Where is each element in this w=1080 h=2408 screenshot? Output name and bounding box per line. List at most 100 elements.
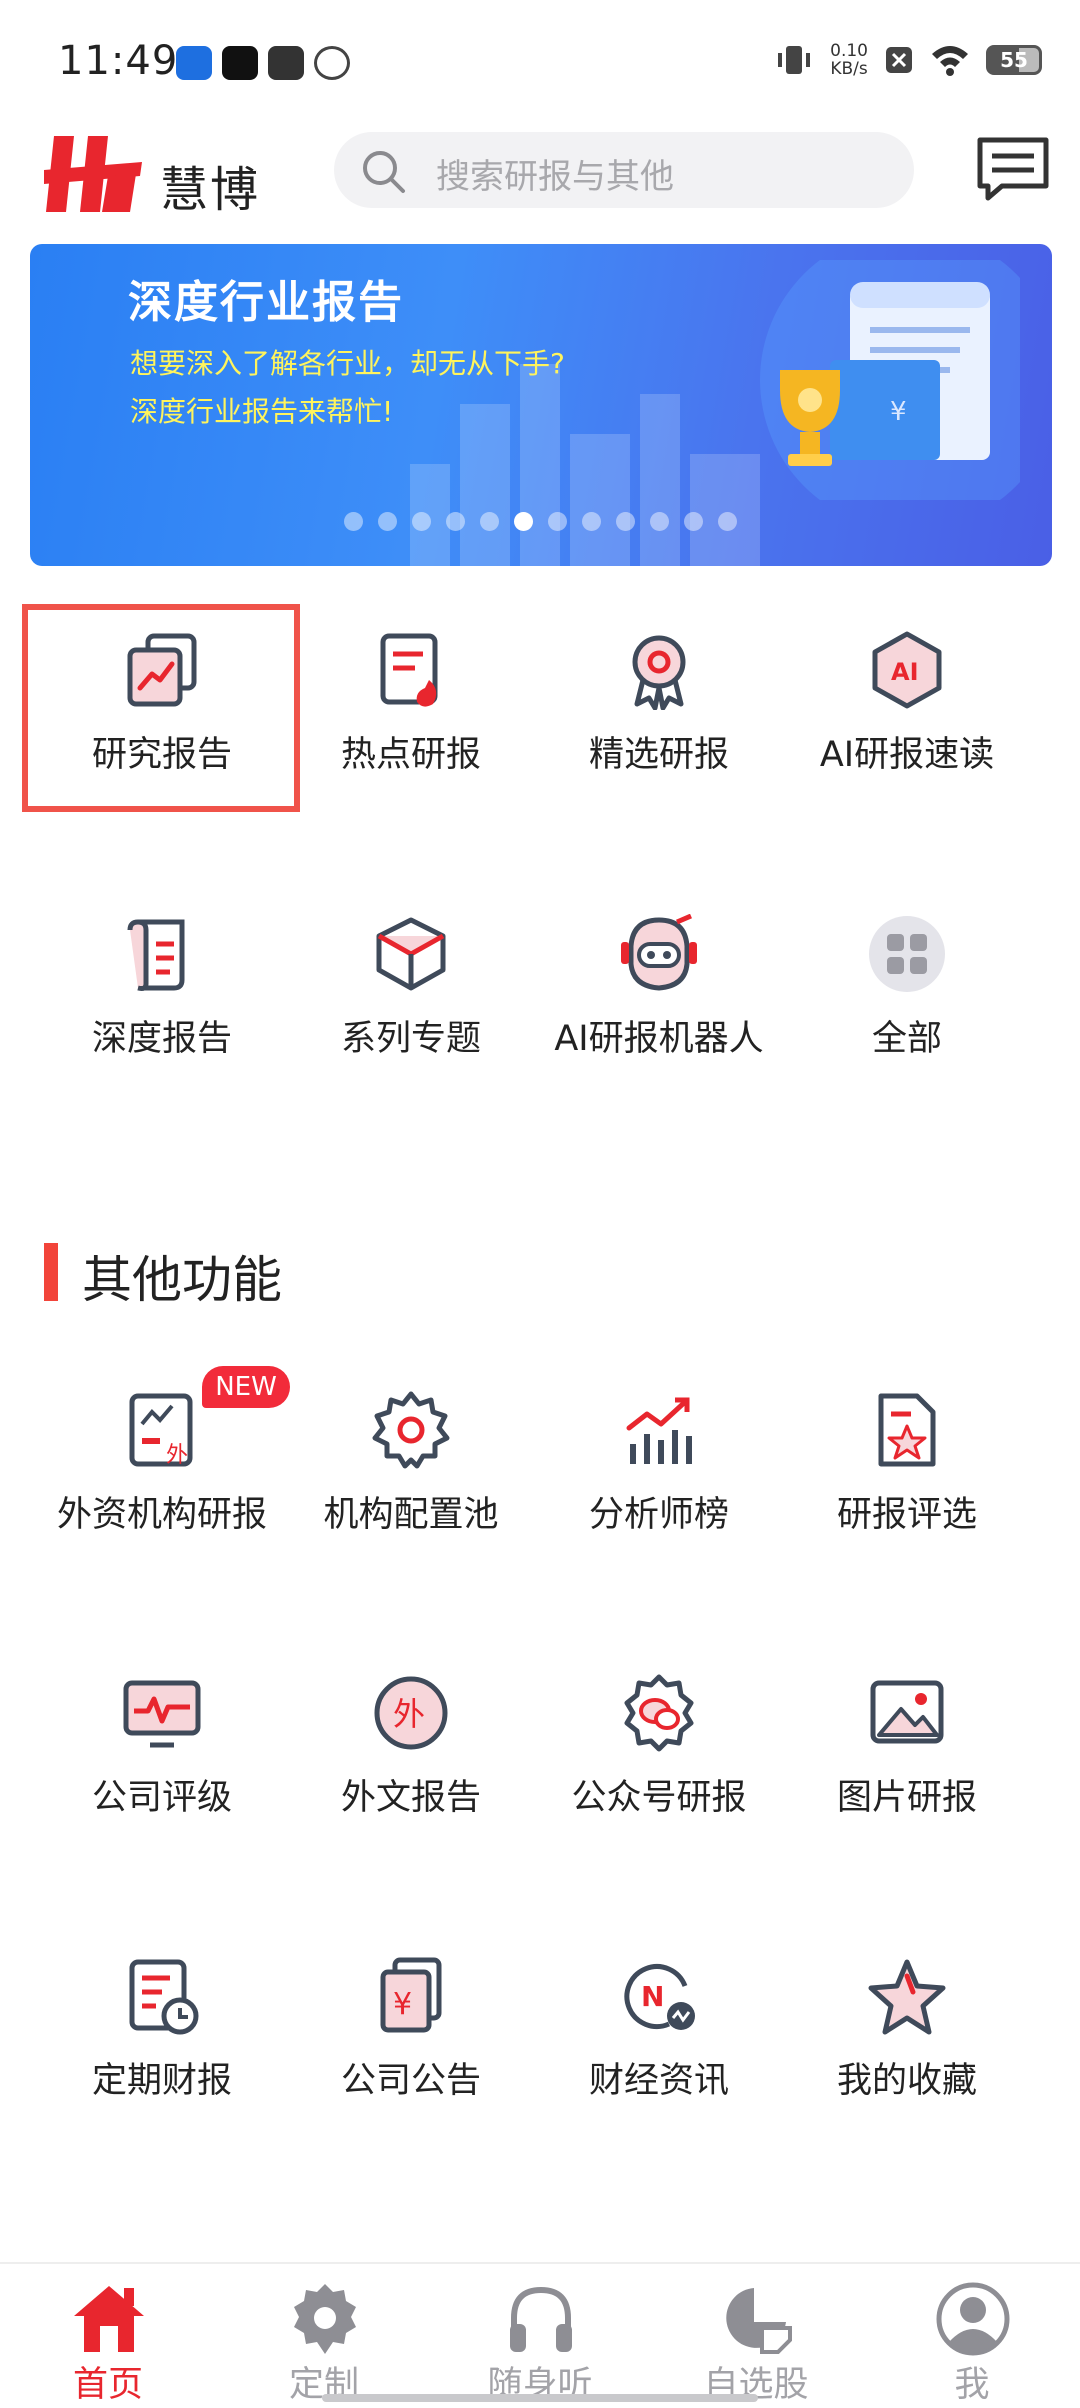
menu-item-label: 公众号研报	[571, 1778, 747, 1818]
vibrate-icon	[778, 46, 811, 74]
promo-banner[interactable]: ¥ 深度行业报告 想要深入了解各行业，却无从下手? 深度行业报告来帮忙!	[30, 244, 1052, 566]
award-badge-icon	[632, 635, 686, 711]
menu-item-monitor-pulse[interactable]: 公司评级	[37, 1653, 287, 1893]
menu-item-bar-chart[interactable]: 分析师榜	[534, 1370, 784, 1610]
menu-item-label: 系列专题	[340, 1019, 481, 1059]
menu-item-gear[interactable]: 机构配置池	[286, 1370, 536, 1610]
menu-item-label: 财经资讯	[588, 2061, 729, 2101]
menu-icon-wrap	[867, 914, 947, 994]
menu-icon-wrap	[122, 1956, 202, 2036]
star-icon	[868, 1959, 946, 2035]
menu-item-label: 深度报告	[91, 1019, 232, 1059]
mail-notification-icon	[268, 46, 304, 80]
banner-subtitle-1: 想要深入了解各行业，却无从下手?	[130, 347, 565, 380]
menu-icon-wrap	[619, 630, 699, 711]
menu-item-label: 公司评级	[91, 1778, 232, 1818]
monitor-pulse-icon	[123, 1680, 201, 1748]
nav-item-label: 首页	[72, 2365, 143, 2405]
wechat-badge-icon	[624, 1674, 694, 1752]
tiktok-notification-icon	[222, 46, 258, 80]
nav-item-settings-gear[interactable]: 定制	[216, 2264, 432, 2408]
nav-item-label: 我	[954, 2365, 990, 2405]
svg-text:¥: ¥	[890, 397, 907, 427]
banner-dot[interactable]	[412, 512, 431, 531]
message-icon[interactable]	[976, 136, 1050, 202]
user-icon	[936, 2282, 1010, 2356]
menu-item-yuan-document[interactable]: ¥ 公司公告	[286, 1936, 536, 2176]
yuan-document-icon: ¥	[380, 1957, 442, 2033]
menu-item-star-document[interactable]: 研报评选	[782, 1370, 1032, 1610]
section-title: 其他功能	[82, 1251, 282, 1309]
banner-dot[interactable]	[378, 512, 397, 531]
search-bar[interactable]: 搜索研报与其他	[334, 132, 914, 208]
net-speed-value: 0.10	[830, 41, 868, 61]
menu-item-label: 全部	[871, 1019, 942, 1059]
menu-item-label: 机构配置池	[323, 1495, 499, 1535]
menu-item-wechat-badge[interactable]: 公众号研报	[534, 1653, 784, 1893]
menu-item-label: 公司公告	[340, 2061, 481, 2101]
foreign-circle-icon: 外	[374, 1676, 448, 1750]
menu-icon-wrap: 外	[371, 1673, 451, 1753]
banner-dot[interactable]	[514, 512, 533, 531]
net-speed: 0.10 KB/s	[830, 42, 868, 78]
menu-icon-wrap: 外	[122, 1390, 202, 1470]
menu-icon-wrap	[371, 914, 451, 994]
clock-document-icon	[129, 1959, 199, 2035]
menu-item-cube[interactable]: 系列专题	[286, 894, 536, 1134]
scroll-document-icon	[127, 919, 185, 991]
menu-icon-wrap	[371, 1390, 451, 1470]
svg-text:¥: ¥	[393, 1987, 412, 2022]
menu-icon-wrap	[371, 630, 451, 710]
menu-item-star[interactable]: 我的收藏	[782, 1936, 1032, 2176]
banner-dot[interactable]	[718, 512, 737, 531]
menu-icon-wrap	[122, 1673, 202, 1753]
status-right: 0.10 KB/s 55	[774, 40, 1042, 80]
menu-item-hot-report[interactable]: 热点研报	[286, 610, 536, 850]
menu-item-clock-document[interactable]: 定期财报	[37, 1936, 287, 2176]
menu-icon-wrap: ¥	[371, 1956, 451, 2036]
menu-item-news-circle[interactable]: N 财经资讯	[534, 1936, 784, 2176]
battery-indicator: 55	[986, 45, 1042, 75]
menu-item-grid-apps[interactable]: 全部	[782, 894, 1032, 1134]
menu-item-label: 精选研报	[588, 735, 729, 775]
highlight-box	[22, 604, 300, 812]
menu-icon-wrap	[867, 1956, 947, 2036]
grid-apps-icon	[869, 916, 945, 992]
banner-dot[interactable]	[582, 512, 601, 531]
menu-item-award-badge[interactable]: 精选研报	[534, 610, 784, 850]
menu-item-foreign-circle[interactable]: 外外文报告	[286, 1653, 536, 1893]
nav-item-headphones[interactable]: 随身听	[432, 2264, 648, 2408]
bar-chart-icon	[626, 1397, 692, 1464]
nav-icon-wrap	[288, 2282, 362, 2356]
nav-icon-wrap	[936, 2282, 1010, 2356]
banner-dot[interactable]	[344, 512, 363, 531]
bottom-navigation: 首页 定制 随身听 自选股我	[0, 2262, 1080, 2408]
robot-icon	[621, 913, 697, 991]
svg-text:外: 外	[393, 1695, 425, 1733]
banner-dot[interactable]	[480, 512, 499, 531]
nav-item-user[interactable]: 我	[864, 2264, 1080, 2408]
new-badge: NEW	[202, 1366, 290, 1408]
menu-item-label: AI研报速读	[819, 735, 995, 775]
menu-item-label: 外文报告	[340, 1778, 481, 1818]
status-bar: 11:49 0.10 KB/s 55	[0, 0, 1080, 120]
foreign-chart-icon: 外	[129, 1393, 193, 1468]
menu-item-ai-hexagon[interactable]: AI AI研报速读	[782, 610, 1032, 850]
menu-item-scroll-document[interactable]: 深度报告	[37, 894, 287, 1134]
banner-dot[interactable]	[650, 512, 669, 531]
banner-dot[interactable]	[616, 512, 635, 531]
menu-item-label: 定期财报	[91, 2061, 232, 2101]
banner-dot[interactable]	[446, 512, 465, 531]
nav-icon-wrap	[720, 2282, 794, 2356]
nav-item-home[interactable]: 首页	[0, 2264, 216, 2408]
home-indicator[interactable]	[322, 2394, 758, 2402]
menu-item-image[interactable]: 图片研报	[782, 1653, 1032, 1893]
banner-pagination[interactable]	[344, 512, 737, 531]
menu-icon-wrap	[867, 1673, 947, 1753]
menu-item-robot[interactable]: AI研报机器人	[534, 894, 784, 1134]
menu-icon-wrap: N	[619, 1956, 699, 2036]
nav-item-pie-chart[interactable]: 自选股	[648, 2264, 864, 2408]
banner-dot[interactable]	[548, 512, 567, 531]
banner-dot[interactable]	[684, 512, 703, 531]
star-document-icon	[878, 1393, 936, 1467]
